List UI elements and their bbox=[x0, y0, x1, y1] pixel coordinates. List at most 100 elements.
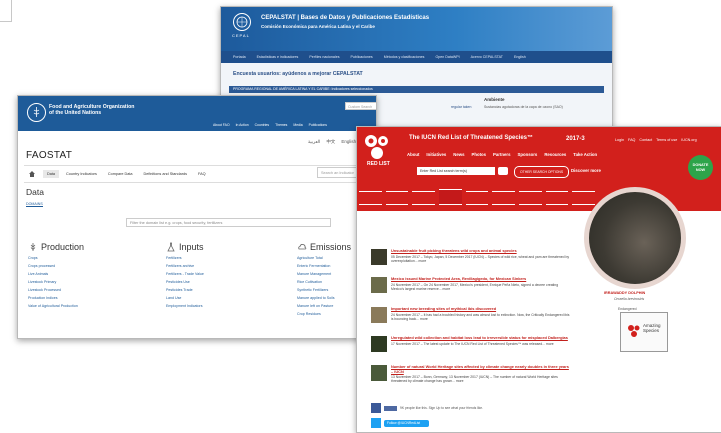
fao-topnav-item[interactable]: Media bbox=[293, 123, 302, 127]
fao-topnav-item[interactable]: Publications bbox=[309, 123, 327, 127]
fao-domain-link[interactable]: Production Indices bbox=[28, 296, 84, 300]
fao-column-title: Production bbox=[41, 242, 85, 252]
fao-domain-link[interactable]: Fertilizers archive bbox=[166, 264, 204, 268]
iucn-menu-item[interactable]: Take Action bbox=[573, 152, 597, 157]
news-thumbnail[interactable] bbox=[371, 336, 387, 352]
fao-topnav-item[interactable]: Themes bbox=[275, 123, 287, 127]
news-thumbnail[interactable] bbox=[371, 249, 387, 265]
fao-domain-link[interactable]: Manure Management bbox=[297, 272, 351, 276]
fao-domain-filter-input[interactable]: Filter the domain list e.g. crops, food … bbox=[126, 218, 331, 227]
category-en[interactable] bbox=[439, 189, 462, 205]
iucn-top-link[interactable]: FAQ bbox=[628, 138, 635, 142]
fao-domain-link[interactable]: Agriculture Total bbox=[297, 256, 351, 260]
iucn-menu-item[interactable]: Resources bbox=[544, 152, 566, 157]
cepal-nav-item[interactable]: Estadísticas e indicadores bbox=[257, 55, 299, 59]
fao-topnav-item[interactable]: In Action bbox=[236, 123, 249, 127]
iucn-menu-item[interactable]: Partners bbox=[493, 152, 510, 157]
fao-domain-link[interactable]: Enteric Fermentation bbox=[297, 264, 351, 268]
news-thumbnail[interactable] bbox=[371, 277, 387, 293]
fao-domain-link[interactable]: Land Use bbox=[166, 296, 204, 300]
category-nt[interactable] bbox=[492, 191, 516, 205]
category-lc[interactable] bbox=[519, 191, 542, 205]
fao-domain-link[interactable]: Manure applied to Soils bbox=[297, 296, 351, 300]
cepal-regional-link[interactable]: regular taken bbox=[451, 105, 471, 109]
iucn-menu-item[interactable]: News bbox=[453, 152, 464, 157]
tab-definitions[interactable]: Definitions and Standards bbox=[140, 170, 191, 178]
category-ne[interactable] bbox=[572, 191, 596, 205]
cepal-nav-item[interactable]: Acervo CEPALSTAT bbox=[471, 55, 503, 59]
iucn-top-link[interactable]: Terms of use bbox=[656, 138, 677, 142]
fao-logo-icon[interactable] bbox=[27, 103, 46, 122]
fao-domain-link[interactable]: Value of Agricultural Production bbox=[28, 304, 84, 308]
featured-species-photo[interactable] bbox=[584, 187, 686, 289]
fao-domain-link[interactable]: Pesticides Use bbox=[166, 280, 204, 284]
fao-domain-link[interactable]: Synthetic Fertilizers bbox=[297, 288, 351, 292]
fao-domain-link[interactable]: Crops bbox=[28, 256, 84, 260]
tab-compare-data[interactable]: Compare Data bbox=[104, 170, 137, 178]
iucn-top-link[interactable]: Login bbox=[615, 138, 624, 142]
news-headline[interactable]: Unregulated wild collection and habitat … bbox=[391, 335, 571, 341]
fao-domain-link[interactable]: Livestock Processed bbox=[28, 288, 84, 292]
iucn-search-input[interactable]: Enter Red List search term(s) bbox=[417, 167, 495, 175]
fao-domain-link[interactable]: Manure left on Pasture bbox=[297, 304, 351, 308]
fao-topnav-item[interactable]: Countries bbox=[255, 123, 270, 127]
news-thumbnail[interactable] bbox=[371, 365, 387, 381]
fao-search-input[interactable]: Custom Search bbox=[345, 102, 376, 110]
news-headline[interactable]: Number of natural World Heritage sites a… bbox=[391, 364, 571, 374]
news-thumbnail[interactable] bbox=[371, 307, 387, 323]
donate-now-button[interactable]: DONATE NOW bbox=[688, 155, 713, 180]
iucn-menu-item[interactable]: Initiatives bbox=[426, 152, 446, 157]
category-ex[interactable] bbox=[359, 191, 382, 205]
category-cr[interactable] bbox=[412, 191, 436, 205]
fao-domain-link[interactable]: Fertilizers - Trade Value bbox=[166, 272, 204, 276]
other-search-options-button[interactable]: OTHER SEARCH OPTIONS bbox=[514, 166, 570, 178]
amazing-species-box[interactable]: Amazing Species bbox=[620, 312, 668, 352]
news-headline[interactable]: Mexico issued Marine Protected Area, Rev… bbox=[391, 276, 571, 282]
tab-home[interactable] bbox=[24, 168, 40, 181]
news-headline[interactable]: Unsustainable fruit picking threatens wi… bbox=[391, 248, 571, 254]
category-ew[interactable] bbox=[385, 191, 409, 205]
cepal-nav-item[interactable]: Publicaciones bbox=[351, 55, 373, 59]
cepal-nav-item[interactable]: Perfiles nacionales bbox=[309, 55, 339, 59]
fao-domain-link[interactable]: Crop Residues bbox=[297, 312, 351, 316]
news-summary: 17 November 2017 – The latest update to … bbox=[391, 341, 554, 346]
cepal-ambiente-link[interactable]: Sustancias agotadoras de la capa de ozon… bbox=[484, 105, 563, 109]
fao-language-item[interactable]: English bbox=[341, 139, 356, 145]
facebook-like-button[interactable] bbox=[384, 406, 397, 411]
iucn-top-link[interactable]: Contact bbox=[639, 138, 652, 142]
tab-country-indicators[interactable]: Country Indicators bbox=[62, 170, 101, 178]
fao-topnav-item[interactable]: About FAO bbox=[213, 123, 230, 127]
iucn-menu-item[interactable]: Sponsors bbox=[517, 152, 537, 157]
search-go-button[interactable] bbox=[498, 167, 508, 175]
featured-species-name[interactable]: IRRAWADDY DOLPHIN bbox=[604, 291, 645, 295]
tab-faq[interactable]: FAQ bbox=[194, 170, 210, 178]
fao-column-inputs: Inputs Fertilizers Fertilizers archive F… bbox=[166, 242, 204, 308]
fao-domain-link[interactable]: Employment Indicators bbox=[166, 304, 204, 308]
fao-domains-label[interactable]: DOMAINS bbox=[26, 202, 43, 207]
fao-domain-link[interactable]: Livestock Primary bbox=[28, 280, 84, 284]
cepal-nav-item[interactable]: Open DataWPI bbox=[435, 55, 459, 59]
iucn-menu-item[interactable]: Photos bbox=[471, 152, 486, 157]
category-vu[interactable] bbox=[465, 191, 489, 205]
cepal-survey-link[interactable]: Encuesta usuarios: ayúdenos a mejorar CE… bbox=[233, 71, 363, 77]
fao-domain-link[interactable]: Fertilizers bbox=[166, 256, 204, 260]
facebook-icon[interactable] bbox=[371, 403, 381, 413]
twitter-follow-button[interactable]: Follow @IUCNRedList bbox=[384, 420, 429, 427]
category-dd[interactable] bbox=[545, 191, 569, 205]
twitter-icon[interactable] bbox=[371, 418, 381, 428]
fao-language-item[interactable]: العربية bbox=[308, 139, 320, 145]
iucn-menu-item[interactable]: About bbox=[407, 152, 419, 157]
fao-language-item[interactable]: 中文 bbox=[326, 139, 335, 145]
news-headline[interactable]: Important new breeding sites of mythical… bbox=[391, 306, 571, 312]
cepal-nav-item[interactable]: Portada bbox=[233, 55, 246, 59]
iucn-top-link[interactable]: IUCN.org bbox=[681, 138, 696, 142]
fao-domain-link[interactable]: Rice Cultivation bbox=[297, 280, 351, 284]
tab-data[interactable]: Data bbox=[43, 170, 60, 178]
fao-domain-link[interactable]: Crops processed bbox=[28, 264, 84, 268]
discover-more-link[interactable]: Discover more bbox=[571, 168, 601, 173]
fao-domain-link[interactable]: Live Animals bbox=[28, 272, 84, 276]
red-list-logo-icon[interactable] bbox=[363, 133, 391, 161]
fao-domain-link[interactable]: Pesticides Trade bbox=[166, 288, 204, 292]
cepal-nav-item[interactable]: Métodos y clasificaciones bbox=[384, 55, 425, 59]
cepal-nav-item[interactable]: English bbox=[514, 55, 526, 59]
